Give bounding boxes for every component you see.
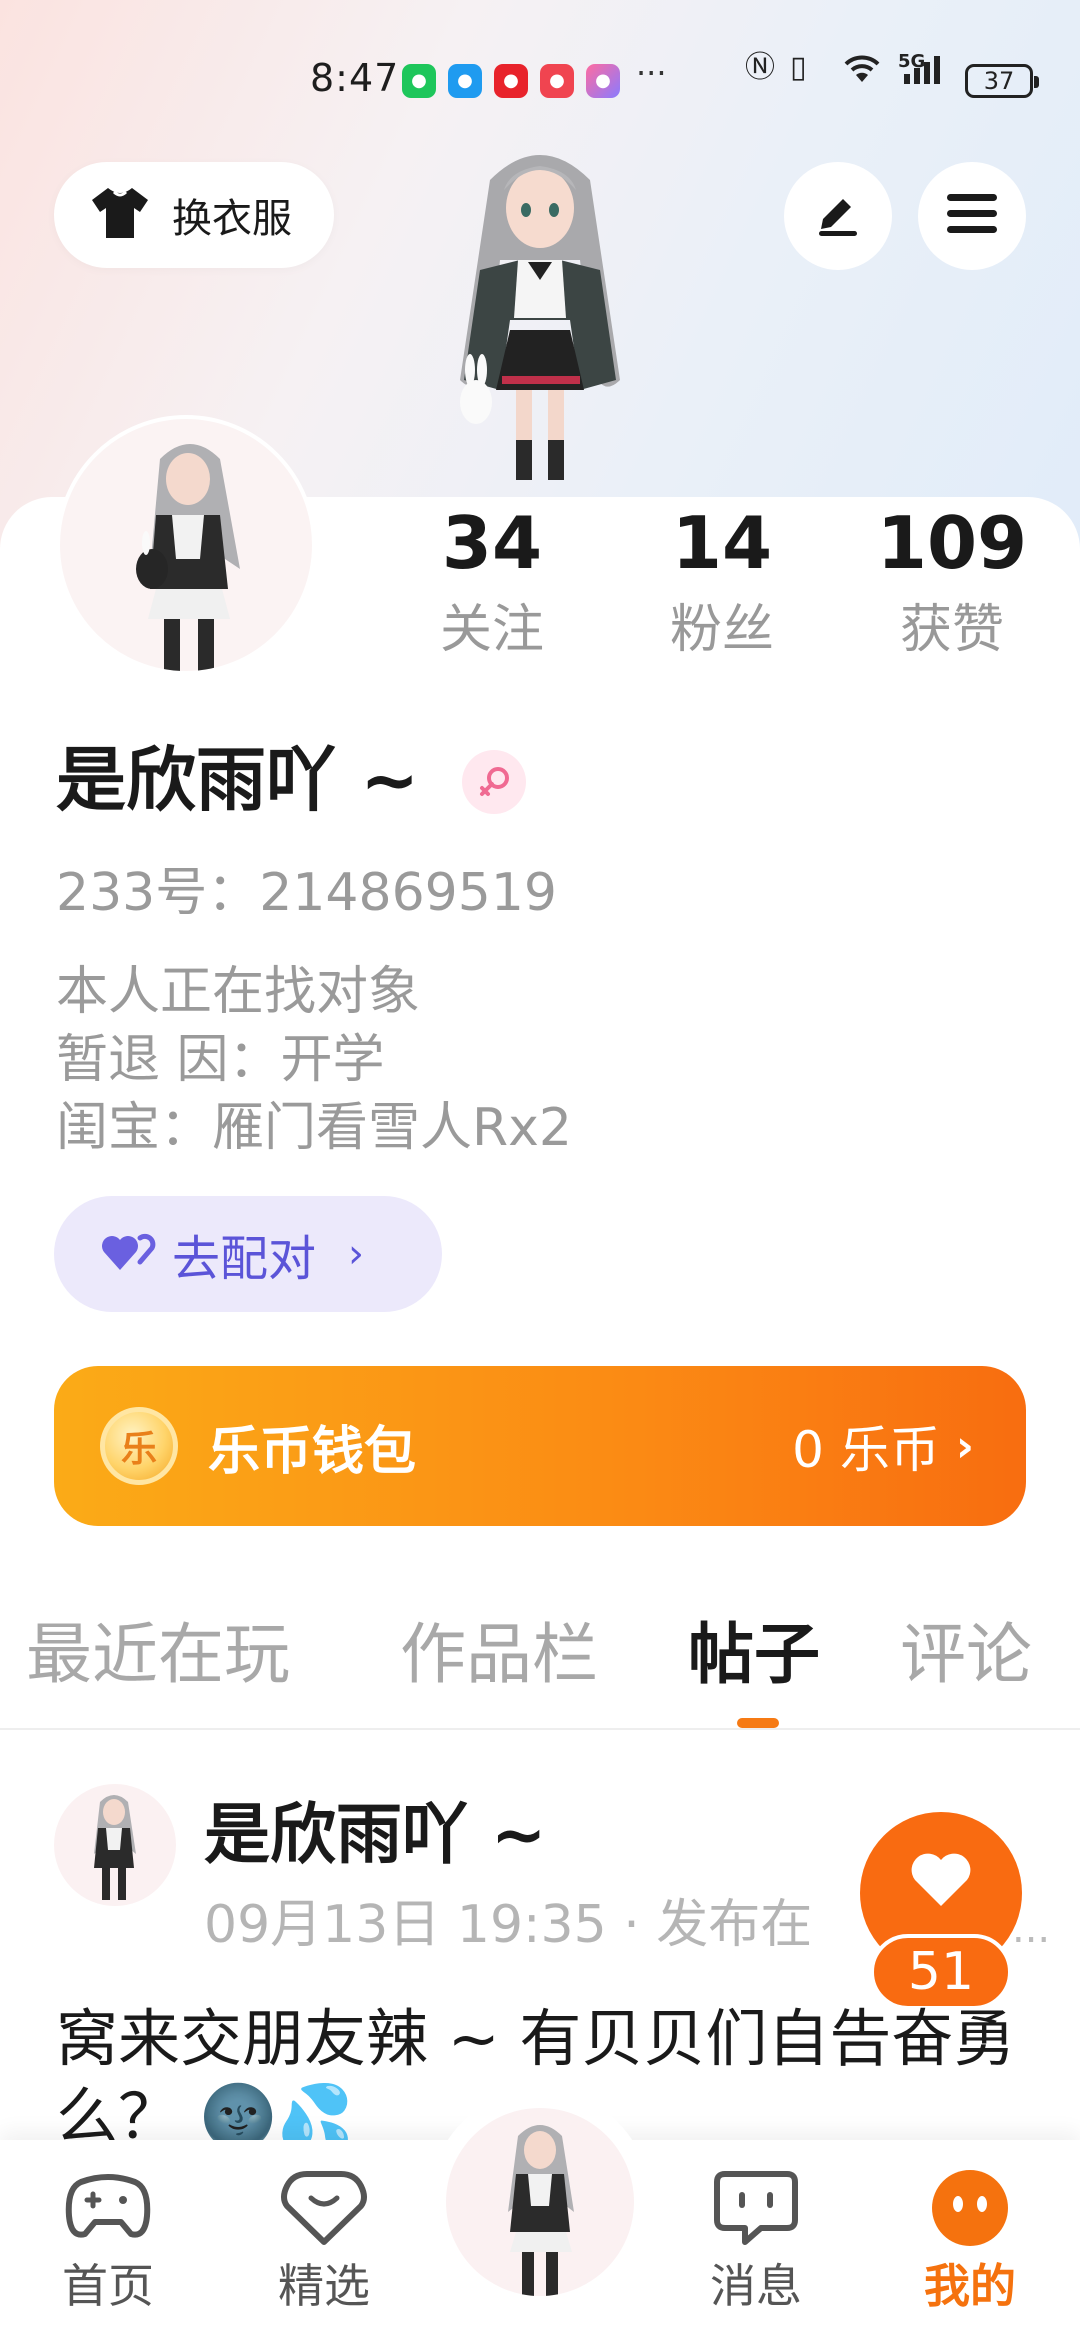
hamburger-icon [945, 192, 999, 240]
go-match-label: 去配对 [172, 1231, 317, 1287]
dress-up-label: 换衣服 [172, 196, 292, 242]
coin-icon: 乐 [100, 1407, 178, 1485]
signal-icon [900, 48, 954, 88]
followers-label: 粉丝 [669, 600, 774, 660]
chat-bubble-icon [711, 2164, 801, 2250]
post-author-avatar[interactable] [54, 1784, 176, 1906]
nav-featured-label: 精选 [278, 2259, 370, 2313]
stat-followers[interactable]: 14 粉丝 [622, 495, 822, 663]
post-author-name[interactable]: 是欣雨吖 ~ [204, 1790, 546, 1880]
wechat-icon: ● [402, 64, 436, 98]
wallet-label: 乐币钱包 [208, 1421, 417, 1482]
following-count: 34 [441, 501, 543, 585]
profile-bio: 本人正在找对象 暂退 因：开学 闺宝：雁门看雪人Rx2 [56, 958, 572, 1162]
chevron-right-icon: › [955, 1420, 974, 1472]
edit-profile-button[interactable] [784, 162, 892, 270]
nav-home[interactable]: 首页 [38, 2164, 178, 2316]
nav-me[interactable]: 我的 [900, 2164, 1040, 2316]
like-count: 51 [870, 1934, 1012, 2010]
status-time: 8:47 [310, 56, 400, 100]
chevron-right-icon: › [348, 1231, 365, 1277]
gamepad-icon [63, 2164, 153, 2250]
vibrate-icon: ▯ [790, 50, 807, 85]
reading-app-icon: ● [494, 64, 528, 98]
following-label: 关注 [439, 600, 544, 660]
double-heart-icon [100, 1230, 156, 1278]
nav-me-label: 我的 [924, 2259, 1016, 2313]
nav-avatar-button[interactable] [446, 2108, 634, 2296]
likes-label: 获赞 [899, 600, 1004, 660]
heart-chat-icon [279, 2164, 369, 2250]
profile-avatar[interactable] [56, 415, 316, 675]
likes-count: 109 [876, 501, 1028, 585]
message-icon: ● [448, 64, 482, 98]
stat-likes[interactable]: 109 获赞 [852, 495, 1052, 663]
heart-icon [909, 1850, 973, 1912]
pen-icon [813, 189, 863, 243]
nav-featured[interactable]: 精选 [254, 2164, 394, 2316]
bio-line: 闺宝：雁门看雪人Rx2 [56, 1098, 572, 1158]
profile-username: 是欣雨吖 ~ [56, 739, 420, 821]
tshirt-icon [88, 184, 152, 246]
post-meta: 09月13日 19:35 · 发布在 [204, 1895, 813, 1955]
account-id: 233号：214869519 [56, 863, 558, 923]
tab-works[interactable]: 作品栏 [400, 1600, 598, 1710]
tab-recently-played[interactable]: 最近在玩 [26, 1600, 290, 1710]
nfc-icon: Ⓝ [745, 50, 775, 85]
more-notifications-icon: ··· [636, 54, 667, 92]
battery-indicator: 37 [965, 64, 1039, 98]
stat-following[interactable]: 34 关注 [392, 495, 592, 663]
bio-line: 本人正在找对象 [56, 962, 421, 1022]
tab-comments[interactable]: 评论 [900, 1600, 1032, 1710]
app-icon: ● [586, 64, 620, 98]
wallet-balance: 0 乐币 [792, 1421, 940, 1479]
profile-tabs: 最近在玩 作品栏 帖子 评论 [0, 1600, 1080, 1730]
profile-face-icon [925, 2164, 1015, 2250]
divider [0, 1728, 1080, 1730]
huawei-store-icon: ● [540, 64, 574, 98]
go-match-button[interactable]: 去配对 › [54, 1196, 442, 1312]
nav-messages[interactable]: 消息 [686, 2164, 826, 2316]
nav-home-label: 首页 [62, 2259, 154, 2313]
active-tab-indicator [737, 1718, 779, 1728]
nav-messages-label: 消息 [710, 2259, 802, 2313]
followers-count: 14 [671, 501, 773, 585]
coin-wallet-button[interactable]: 乐 乐币钱包 0 乐币 › [54, 1366, 1026, 1526]
menu-button[interactable] [918, 162, 1026, 270]
wifi-icon [840, 48, 884, 88]
tab-posts[interactable]: 帖子 [688, 1600, 820, 1710]
dress-up-button[interactable]: 换衣服 [54, 162, 334, 268]
bio-line: 暂退 因：开学 [56, 1030, 385, 1090]
female-icon [462, 750, 526, 814]
status-bar: 8:47 ● ● ● ● ● ··· Ⓝ ▯ 5G 37 [0, 48, 1080, 108]
avatar-3d-figure[interactable] [420, 140, 660, 500]
